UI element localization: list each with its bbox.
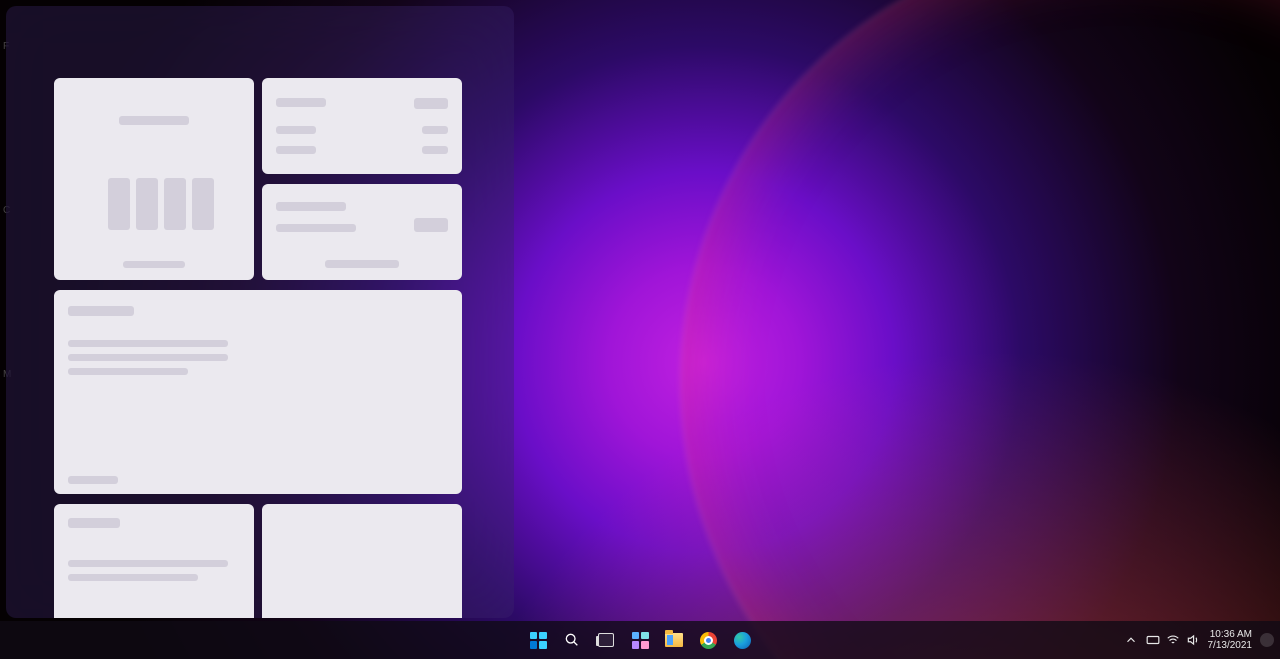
tray-overflow-button[interactable] xyxy=(1124,633,1138,647)
system-tray: 10:36 AM 7/13/2021 xyxy=(1124,629,1280,651)
windows-logo-icon xyxy=(530,632,547,649)
taskbar-center xyxy=(526,628,754,652)
file-explorer-icon xyxy=(665,633,683,647)
taskbar: 10:36 AM 7/13/2021 xyxy=(0,621,1280,659)
start-button[interactable] xyxy=(526,628,550,652)
edge-icon xyxy=(734,632,751,649)
widgets-button[interactable] xyxy=(628,628,652,652)
keyboard-icon xyxy=(1146,633,1160,647)
widget-card-weather[interactable] xyxy=(54,78,254,280)
task-view-icon xyxy=(598,633,614,647)
widget-card-news-small-left[interactable] xyxy=(54,504,254,618)
chrome-icon xyxy=(700,632,717,649)
chevron-up-icon xyxy=(1124,633,1138,647)
widgets-grid xyxy=(54,78,486,618)
network-button[interactable] xyxy=(1166,633,1180,647)
task-view-button[interactable] xyxy=(594,628,618,652)
widgets-icon xyxy=(632,632,649,649)
file-explorer-button[interactable] xyxy=(662,628,686,652)
speaker-icon xyxy=(1186,633,1200,647)
volume-button[interactable] xyxy=(1186,633,1200,647)
input-indicator-button[interactable] xyxy=(1146,633,1160,647)
search-icon xyxy=(564,632,580,648)
widget-card-stocks[interactable] xyxy=(262,78,462,174)
edge-button[interactable] xyxy=(730,628,754,652)
widgets-panel[interactable] xyxy=(6,6,514,618)
notifications-button[interactable] xyxy=(1260,633,1274,647)
chrome-button[interactable] xyxy=(696,628,720,652)
widget-card-sports[interactable] xyxy=(262,184,462,280)
clock-time: 10:36 AM xyxy=(1208,629,1253,640)
clock-date: 7/13/2021 xyxy=(1208,640,1253,651)
widget-card-news-large[interactable] xyxy=(54,290,462,494)
search-button[interactable] xyxy=(560,628,584,652)
widget-card-news-small-right[interactable] xyxy=(262,504,462,618)
wifi-icon xyxy=(1166,633,1180,647)
clock-button[interactable]: 10:36 AM 7/13/2021 xyxy=(1208,629,1253,651)
